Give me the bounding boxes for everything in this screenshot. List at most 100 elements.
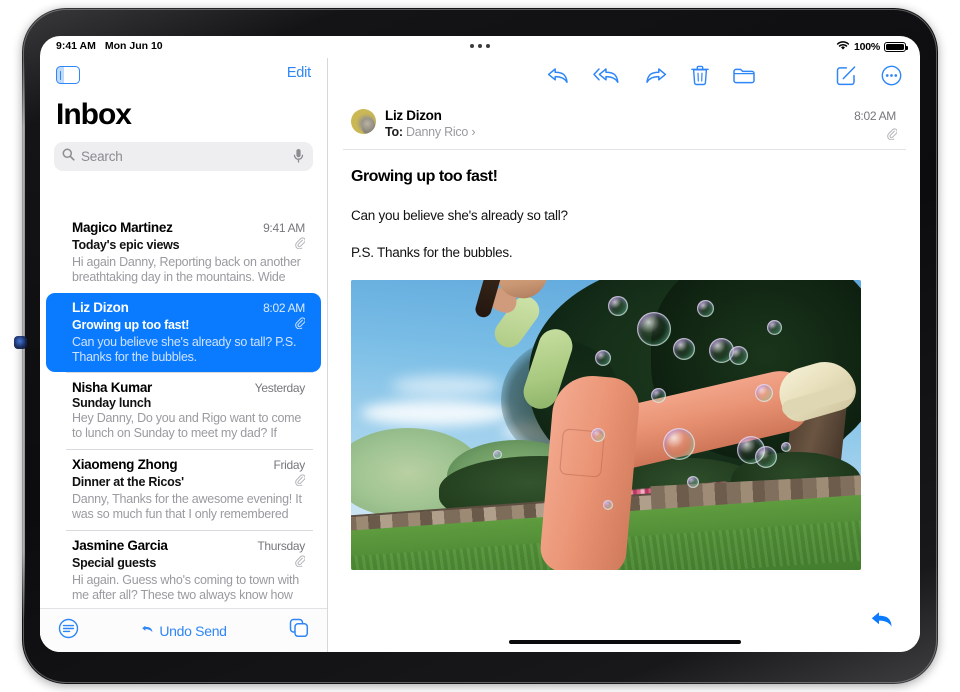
email-recipient-line[interactable]: To: Danny Rico › xyxy=(385,124,476,139)
photo-bubble xyxy=(781,441,791,452)
message-subject: Special guests xyxy=(72,556,157,570)
more-circle-icon[interactable] xyxy=(881,65,902,91)
paperclip-icon xyxy=(295,236,306,254)
message-top-line: Xiaomeng Zhong Friday xyxy=(72,457,305,472)
photo-bubble xyxy=(697,299,714,317)
email-time: 8:02 AM xyxy=(854,109,896,123)
photo-bubble xyxy=(663,427,695,460)
edit-button[interactable]: Edit xyxy=(287,65,311,81)
photo-bubble xyxy=(755,445,777,468)
duplicate-windows-icon[interactable] xyxy=(289,618,309,643)
photo-bubble xyxy=(595,349,611,366)
photo-bubble xyxy=(591,427,605,442)
photo-bubble xyxy=(687,475,699,488)
message-time: 9:41 AM xyxy=(263,221,305,235)
message-time: 8:02 AM xyxy=(263,301,305,315)
message-top-line: Nisha Kumar Yesterday xyxy=(72,380,305,395)
mailbox-sidebar-pane: Edit Inbox Search Magico Martinez 9:41 A… xyxy=(40,58,328,652)
photo-bubble xyxy=(603,499,613,510)
message-preview: Danny, Thanks for the awesome evening! I… xyxy=(72,492,302,522)
list-item[interactable]: Xiaomeng Zhong Friday Dinner at the Rico… xyxy=(46,450,321,530)
status-date: Mon Jun 10 xyxy=(104,40,163,52)
dot xyxy=(478,44,482,48)
message-subject-line: Growing up too fast! xyxy=(72,316,306,334)
message-subject-line: Today's epic views xyxy=(72,236,306,254)
paperclip-icon[interactable] xyxy=(887,127,898,145)
multitasking-dots-icon[interactable] xyxy=(470,44,490,48)
message-list[interactable]: Magico Martinez 9:41 AM Today's epic vie… xyxy=(40,213,327,608)
message-top-line: Liz Dizon 8:02 AM xyxy=(72,300,305,315)
photo-cloud xyxy=(391,375,501,396)
photo-bubble xyxy=(637,311,671,346)
message-subject: Growing up too fast! xyxy=(72,318,190,332)
dot xyxy=(486,44,490,48)
photo-bubble xyxy=(493,449,502,459)
reply-button[interactable] xyxy=(870,609,894,634)
email-photo-attachment[interactable] xyxy=(351,279,861,570)
trash-icon[interactable] xyxy=(691,65,709,91)
reply-all-icon[interactable] xyxy=(593,66,621,90)
detail-toolbar-right xyxy=(836,65,902,91)
page-title: Inbox xyxy=(56,98,132,131)
message-subject-line: Special guests xyxy=(72,554,306,572)
folder-icon[interactable] xyxy=(733,67,755,90)
sidebar-toggle-icon[interactable] xyxy=(56,66,80,84)
search-placeholder: Search xyxy=(81,149,123,164)
message-time: Yesterday xyxy=(254,381,306,395)
home-indicator[interactable] xyxy=(508,639,741,644)
paperclip-icon xyxy=(295,473,306,491)
status-bar-left: 9:41 AM Mon Jun 10 xyxy=(56,40,163,52)
wifi-icon xyxy=(836,40,850,54)
paperclip-icon xyxy=(295,554,306,572)
list-item[interactable]: Nisha Kumar Yesterday Sunday lunch Hey D… xyxy=(46,373,321,449)
reply-icon[interactable] xyxy=(547,66,569,90)
photo-bubble xyxy=(673,337,695,360)
message-time: Thursday xyxy=(257,539,305,553)
compose-icon[interactable] xyxy=(836,65,857,91)
status-bar-right: 100% xyxy=(836,40,908,54)
email-header-text: Liz Dizon To: Danny Rico › xyxy=(385,108,476,139)
message-preview: Hi again. Guess who's coming to town wit… xyxy=(72,573,299,603)
battery-full-icon xyxy=(884,41,908,53)
filter-icon[interactable] xyxy=(58,618,79,644)
search-input[interactable]: Search xyxy=(54,142,313,171)
message-preview: Hey Danny, Do you and Rigo want to come … xyxy=(72,411,302,441)
undo-send-button[interactable]: Undo Send xyxy=(141,622,227,639)
email-header: Liz Dizon To: Danny Rico › 8:02 AM xyxy=(343,96,906,150)
photo-bubble xyxy=(729,345,748,365)
battery-fill xyxy=(886,43,904,51)
message-sender: Liz Dizon xyxy=(72,300,129,315)
paperclip-icon xyxy=(295,316,306,334)
message-sender: Jasmine Garcia xyxy=(72,538,168,553)
message-sender: Xiaomeng Zhong xyxy=(72,457,178,472)
chevron-right-icon: › xyxy=(471,124,476,139)
dot xyxy=(470,44,474,48)
email-paragraph: Can you believe she's already so tall? xyxy=(351,207,568,223)
email-recipient: Danny Rico xyxy=(406,124,469,139)
to-label: To: xyxy=(385,124,403,139)
forward-icon[interactable] xyxy=(645,66,667,90)
message-subject-line: Sunday lunch xyxy=(72,396,305,410)
list-item[interactable]: Magico Martinez 9:41 AM Today's epic vie… xyxy=(46,213,321,293)
list-item[interactable]: Liz Dizon 8:02 AM Growing up too fast! C… xyxy=(46,293,321,372)
photo-cloud xyxy=(361,399,511,426)
microphone-icon[interactable] xyxy=(293,148,304,169)
sidebar-bottom-toolbar: Undo Send xyxy=(40,608,327,652)
detail-toolbar-actions xyxy=(547,65,755,91)
photo-bubble xyxy=(767,319,782,335)
avatar xyxy=(351,109,376,134)
email-body: Growing up too fast! Can you believe she… xyxy=(329,150,920,627)
sidebar-topbar: Edit xyxy=(40,58,327,96)
undo-send-label: Undo Send xyxy=(159,622,227,639)
ipad-screen: 9:41 AM Mon Jun 10 100% Edit Inbox Searc… xyxy=(40,36,920,652)
message-subject: Today's epic views xyxy=(72,238,180,252)
status-time: 9:41 AM xyxy=(56,40,96,52)
search-icon xyxy=(62,148,75,166)
list-item[interactable]: Jasmine Garcia Thursday Special guests H… xyxy=(46,531,321,608)
email-paragraph: P.S. Thanks for the bubbles. xyxy=(351,244,513,260)
email-sender-name: Liz Dizon xyxy=(385,108,442,123)
photo-bubble xyxy=(608,295,628,316)
camera-sensor-dot xyxy=(14,336,27,349)
email-subject: Growing up too fast! xyxy=(351,167,498,185)
message-preview: Hi again Danny, Reporting back on anothe… xyxy=(72,255,301,285)
